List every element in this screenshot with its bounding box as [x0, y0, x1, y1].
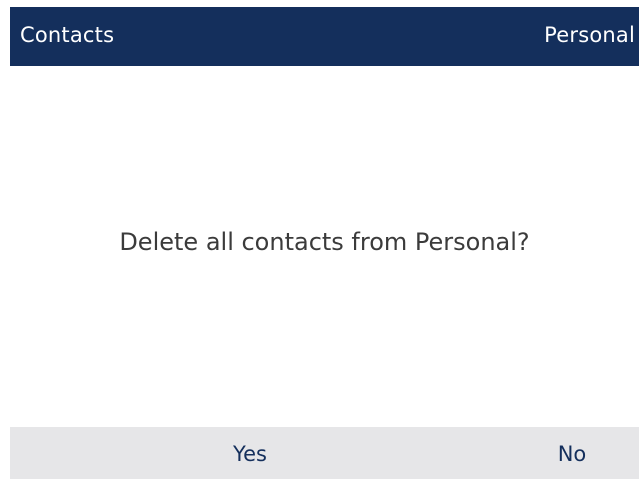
- title-bar: Contacts Personal: [10, 7, 639, 66]
- no-softkey[interactable]: No: [512, 427, 632, 479]
- screen-title: Contacts: [20, 23, 115, 47]
- softkey-bar: Yes No: [10, 427, 639, 479]
- directory-name: Personal: [544, 23, 635, 47]
- confirmation-message: Delete all contacts from Personal?: [119, 228, 530, 256]
- yes-softkey[interactable]: Yes: [190, 427, 310, 479]
